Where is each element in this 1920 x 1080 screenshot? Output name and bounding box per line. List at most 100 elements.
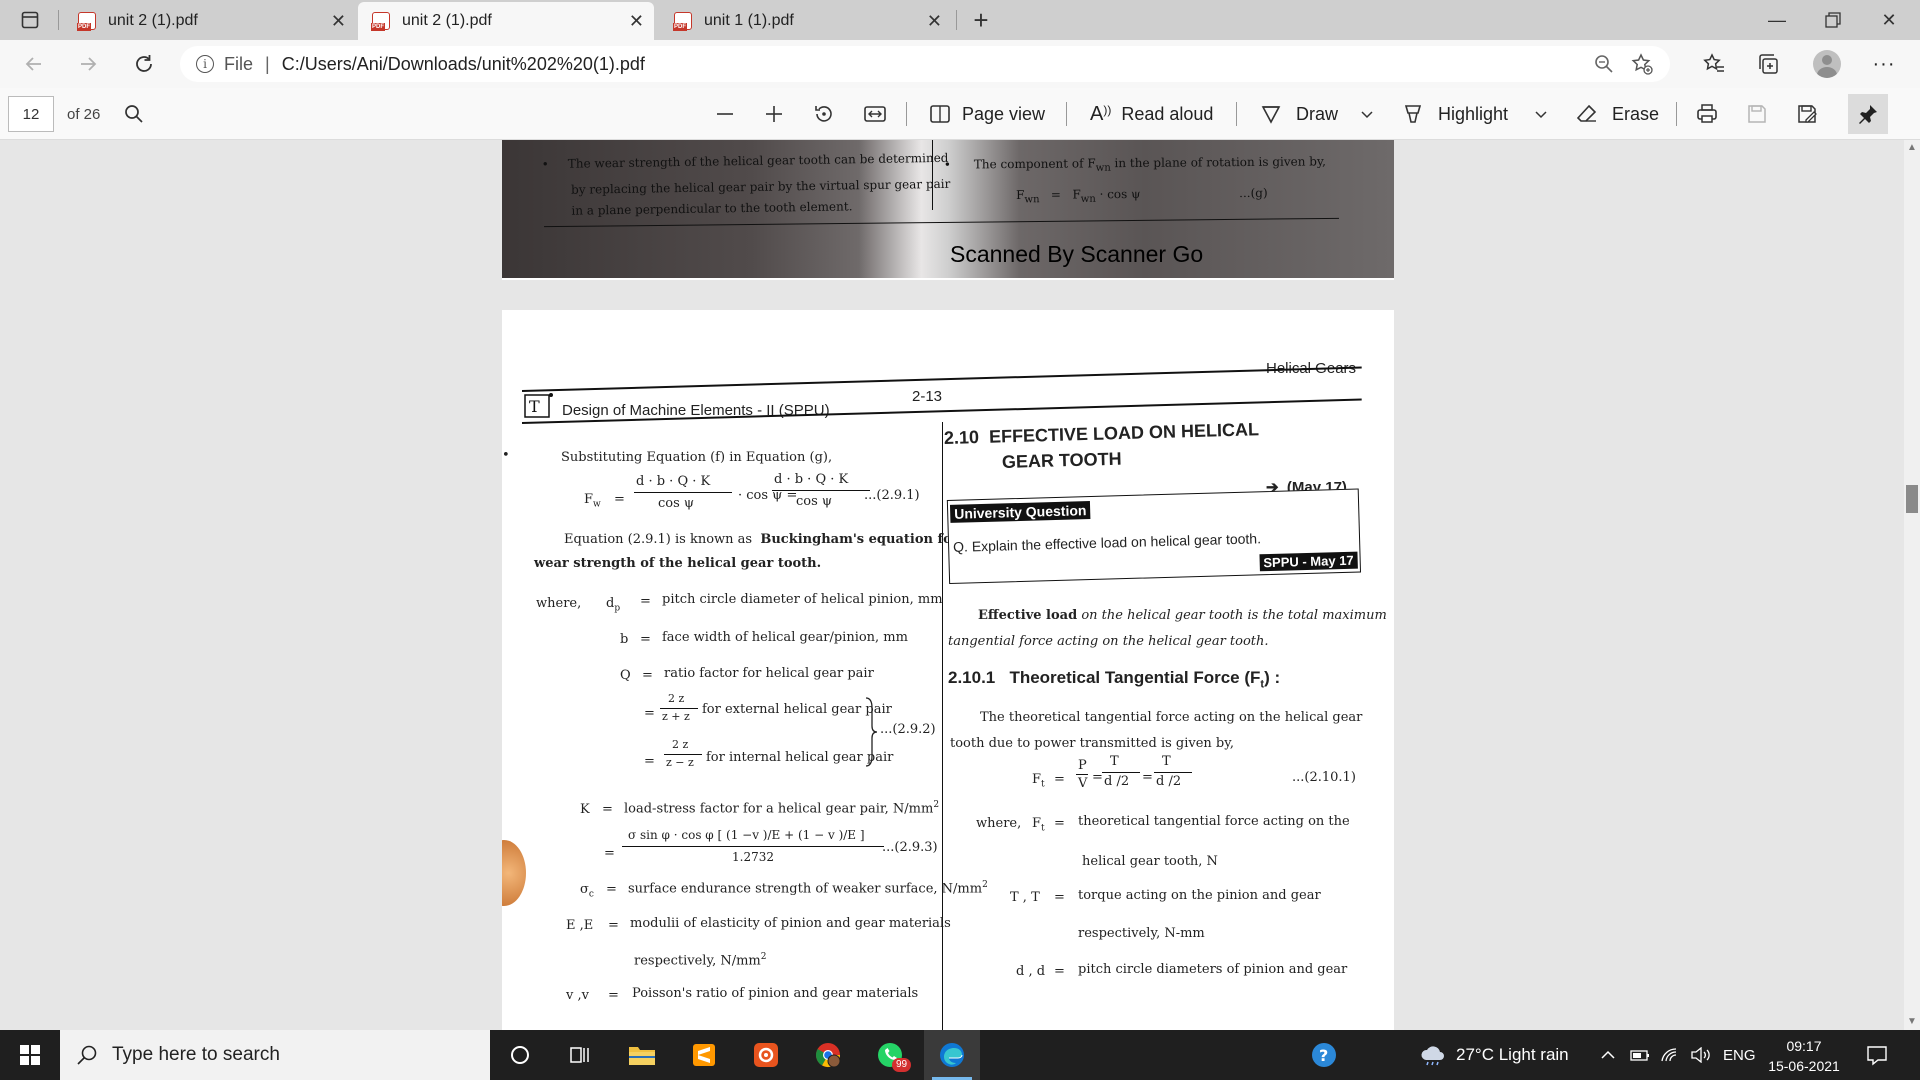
weather-widget[interactable]: 27°C Light rain: [1420, 1030, 1569, 1080]
where-label: where,: [976, 816, 1022, 831]
whatsapp-button[interactable]: 99: [862, 1030, 918, 1080]
scroll-down-arrow-icon[interactable]: ▼: [1906, 1016, 1918, 1028]
back-button[interactable]: [16, 48, 52, 80]
formula-term: F: [1032, 772, 1042, 787]
page-view-button[interactable]: Page view: [928, 88, 1045, 140]
favorites-button[interactable]: [1696, 48, 1732, 80]
highlight-button[interactable]: Highlight: [1402, 88, 1508, 140]
info-icon[interactable]: i: [196, 55, 214, 73]
scan-text-line: The wear strength of the helical gear to…: [567, 150, 949, 171]
settings-more-button[interactable]: ···: [1866, 48, 1902, 80]
rotate-button[interactable]: [813, 88, 835, 140]
forward-button[interactable]: [70, 48, 106, 80]
bold-text: Buckingham's equation for: [760, 532, 959, 547]
collections-button[interactable]: [1751, 48, 1787, 80]
save-button[interactable]: [1746, 88, 1768, 140]
read-aloud-button[interactable]: A)) Read aloud: [1090, 88, 1213, 140]
address-bar[interactable]: i File | C:/Users/Ani/Downloads/unit%202…: [180, 46, 1670, 82]
close-tab-icon[interactable]: ✕: [927, 11, 942, 32]
new-tab-button[interactable]: +: [965, 4, 997, 36]
find-button[interactable]: [124, 88, 144, 140]
help-icon-button[interactable]: ?: [1310, 1030, 1338, 1080]
notifications-button[interactable]: [1866, 1030, 1888, 1080]
tab-unit2-first[interactable]: unit 2 (1).pdf ✕: [64, 2, 356, 40]
edge-browser-button[interactable]: [924, 1030, 980, 1080]
minimize-button[interactable]: —: [1750, 0, 1804, 40]
refresh-button[interactable]: [126, 48, 162, 80]
erase-button[interactable]: Erase: [1576, 88, 1659, 140]
profile-button[interactable]: [1809, 48, 1845, 80]
symbol: Q: [620, 668, 631, 683]
edge-icon: [940, 1043, 964, 1067]
office-app-button[interactable]: [738, 1030, 794, 1080]
pdf-page-previous: • The wear strength of the helical gear …: [502, 140, 1394, 280]
cortana-button[interactable]: [492, 1030, 548, 1080]
text-line: tangential force acting on the helical g…: [948, 634, 1269, 649]
print-button[interactable]: [1696, 88, 1718, 140]
fraction-bar: [664, 754, 702, 755]
fraction-bar: [1154, 772, 1192, 773]
erase-label: Erase: [1612, 103, 1660, 124]
fit-to-width-button[interactable]: [863, 88, 887, 140]
symbol: K: [580, 802, 590, 817]
definition-text: torque acting on the pinion and gear: [1078, 888, 1321, 903]
chrome-icon: [815, 1043, 841, 1068]
tab-unit1[interactable]: unit 1 (1).pdf ✕: [660, 2, 952, 40]
fraction-numerator: P: [1078, 758, 1087, 773]
zoom-in-button[interactable]: [763, 88, 785, 140]
formula-term: F: [1072, 187, 1081, 202]
equals: =: [608, 988, 619, 1003]
network-button[interactable]: [1660, 1030, 1680, 1080]
tab-actions-menu-button[interactable]: [10, 6, 50, 34]
refresh-icon: [136, 55, 152, 72]
scroll-up-arrow-icon[interactable]: ▲: [1906, 142, 1918, 154]
start-button[interactable]: [0, 1030, 60, 1080]
equals: =: [642, 668, 653, 683]
minus-icon: [717, 113, 733, 115]
show-hidden-icons-button[interactable]: [1600, 1030, 1616, 1080]
text-line: Equation (2.9.1) is known as Buckingham'…: [564, 532, 959, 547]
draw-options-dropdown[interactable]: [1360, 88, 1374, 140]
pin-toolbar-button[interactable]: [1848, 94, 1888, 134]
url-text[interactable]: C:/Users/Ani/Downloads/unit%202%20(1).pd…: [282, 54, 645, 75]
volume-button[interactable]: [1690, 1030, 1712, 1080]
zoom-out-button[interactable]: [714, 88, 736, 140]
draw-button[interactable]: Draw: [1260, 88, 1338, 140]
avatar: [1813, 50, 1841, 78]
tab-strip: unit 2 (1).pdf ✕ unit 2 (1).pdf ✕ unit 1…: [0, 0, 1920, 40]
definition-text: modulii of elasticity of pinion and gear…: [630, 916, 951, 931]
scroll-thumb[interactable]: [1906, 485, 1918, 513]
close-window-button[interactable]: ✕: [1862, 0, 1916, 40]
close-tab-icon[interactable]: ✕: [331, 11, 346, 32]
add-favorite-button[interactable]: [1624, 46, 1660, 82]
battery-button[interactable]: [1630, 1030, 1650, 1080]
chrome-profile-button[interactable]: [800, 1030, 856, 1080]
arrow-left-icon: [25, 57, 41, 71]
tab-unit2-active[interactable]: unit 2 (1).pdf ✕: [358, 2, 654, 40]
fraction-bar: [660, 708, 698, 709]
equals: =: [604, 846, 615, 861]
sublime-text-button[interactable]: [676, 1030, 732, 1080]
close-tab-icon[interactable]: ✕: [629, 11, 644, 32]
vertical-scrollbar[interactable]: ▲ ▼: [1904, 140, 1920, 1030]
restore-button[interactable]: [1806, 0, 1860, 40]
speaker-icon: [1691, 1047, 1710, 1063]
save-as-button[interactable]: [1796, 88, 1818, 140]
page-number-input[interactable]: 12: [8, 96, 54, 132]
equals: =: [644, 706, 655, 721]
taskbar-clock[interactable]: 09:17 15-06-2021: [1760, 1036, 1848, 1076]
language-indicator[interactable]: ENG: [1723, 1030, 1756, 1080]
text-line: tooth due to power transmitted is given …: [950, 736, 1234, 751]
pdf-viewport[interactable]: • The wear strength of the helical gear …: [0, 140, 1904, 1030]
highlight-options-dropdown[interactable]: [1534, 88, 1548, 140]
text-line: Substituting Equation (f) in Equation (g…: [561, 450, 833, 465]
zoom-button[interactable]: [1586, 46, 1622, 82]
taskbar-search-box[interactable]: Type here to search: [60, 1030, 490, 1080]
subsection-title-text: Theoretical Tangential Force (F: [1009, 668, 1261, 687]
fraction-denominator: z + z: [662, 710, 690, 723]
text-span: load-stress factor for a helical gear pa…: [624, 801, 934, 817]
file-explorer-button[interactable]: [614, 1030, 670, 1080]
formula-equals: =: [1054, 772, 1065, 787]
task-view-button[interactable]: [552, 1030, 608, 1080]
section-title-line: EFFECTIVE LOAD ON HELICAL: [988, 419, 1260, 447]
